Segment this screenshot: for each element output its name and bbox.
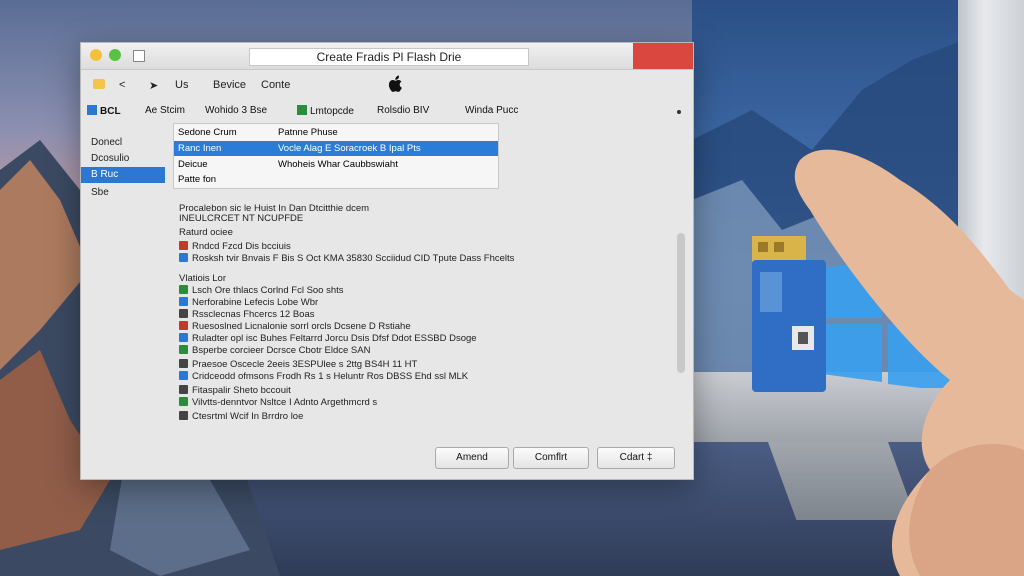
option-line[interactable]: Praesoe Oscecle 2eeis 3ESPUlee s 2ttg BS… [179,359,417,370]
tab-lmtopcde[interactable]: Lmtopcde [297,105,354,117]
window-square-icon[interactable] [133,50,145,62]
doc-icon [179,297,188,306]
option-line[interactable]: Rosksh tvir Bnvais F Bis S Oct KMA 35830… [179,253,514,264]
tab-bar: BCL Ae Stcim Wohido 3 Bse Lmtopcde Rolsd… [81,101,693,123]
sidebar-item-dcosulio[interactable]: Dcosulio [81,151,165,167]
doc-icon [179,371,188,380]
toolbar: < ➤ Us Bevice Conte [81,73,693,97]
amend-button[interactable]: Amend [435,447,509,469]
close-button[interactable] [633,43,693,69]
doc-icon [179,321,188,330]
option-line[interactable]: Lsch Ore thlacs Corlnd Fcl Soo shts [179,285,344,296]
option-line[interactable]: INEULCRCET NT NCUPFDE [179,213,303,224]
option-line[interactable]: Bsperbe corcieer Dcrsce Cbotr Eldce SAN [179,345,370,356]
window-title: Create Fradis Pl Flash Drie [249,48,529,66]
option-line-text: Rosksh tvir Bnvais F Bis S Oct KMA 35830… [192,253,515,264]
create-button[interactable]: Conte [261,79,290,91]
drive-icon [87,105,97,115]
hand-illustration [794,149,1024,576]
confirm-button[interactable]: Comflrt [513,447,589,469]
apple-logo-icon [388,75,402,92]
doc-icon [179,333,188,342]
dropdown-option[interactable]: Patte fon [174,172,498,187]
green-icon [297,105,307,115]
drive-dropdown[interactable]: Sedone Crum Patnne Phuse Ranc Inen Vocle… [173,123,499,189]
back-button[interactable]: < [119,79,125,91]
option-line-text: Nerforabine Lefecis Lobe Wbr [192,297,319,308]
option-line[interactable]: Ruladter opl isc Buhes Feltarrd Jorcu Ds… [179,333,477,344]
sidebar-item-donecl[interactable]: Donecl [81,135,165,151]
doc-icon [179,411,188,420]
option-line-text: Vlatiois Lor [179,273,226,284]
option-line[interactable]: Ruesoslned Licnalonie sorrl orcls Dcsene… [179,321,411,332]
forward-button[interactable]: ➤ [149,79,158,92]
more-dot-icon[interactable] [677,110,681,114]
option-line-text: Cridceodd ofmsons Frodh Rs 1 s Heluntr R… [192,371,469,382]
tab-winda[interactable]: Winda Pucc [465,105,518,116]
option-line[interactable]: Nerforabine Lefecis Lobe Wbr [179,297,318,308]
doc-icon [179,253,188,262]
dropdown-option-detail: Vocle Alag E Soracroek B Ipal Pts [278,143,421,154]
option-line[interactable]: Raturd ociee [179,227,233,238]
minimize-button[interactable] [90,49,102,61]
option-line[interactable]: Ctesrtml Wcif In Brrdro loe [179,411,303,422]
option-line-text: Ruladter opl isc Buhes Feltarrd Jorcu Ds… [192,333,477,344]
option-line-text: Rndcd Fzcd Dis bcciuis [192,241,291,252]
tab-ae-stcim[interactable]: Ae Stcim [145,105,185,116]
device-button[interactable]: Bevice [213,79,246,91]
dropdown-option-label: Patte fon [178,174,217,185]
title-bar: Create Fradis Pl Flash Drie [81,43,693,70]
dropdown-header-a: Sedone Crum [178,127,237,138]
doc-icon [179,397,188,406]
dropdown-option[interactable]: Deicue Whoheis Whar Caubbswiaht [174,157,498,172]
doc-icon [179,359,188,368]
us-button[interactable]: Us [175,79,188,91]
doc-icon [179,241,188,250]
option-line-text: Vilvtts-denntvor Nsltce I Adnto Argethmc… [192,397,378,408]
dropdown-header: Sedone Crum Patnne Phuse [174,125,498,140]
dropdown-option-label: Ranc Inen [178,143,222,154]
doc-icon [179,385,188,394]
dropdown-header-b: Patnne Phuse [278,127,338,138]
option-line[interactable]: Vlatiois Lor [179,273,226,284]
dropdown-option-label: Deicue [178,159,208,170]
option-line[interactable]: Rndcd Fzcd Dis bcciuis [179,241,291,252]
option-line-text: INEULCRCET NT NCUPFDE [179,213,304,224]
zoom-button[interactable] [109,49,121,61]
tab-bcl[interactable]: BCL [87,105,121,117]
sidebar: Donecl Dcosulio B Ruc Sbe [81,127,165,247]
sidebar-item-sbe[interactable]: Sbe [81,185,165,201]
option-line-text: Praesoe Oscecle 2eeis 3ESPUlee s 2ttg BS… [192,359,418,370]
option-line-text: Raturd ociee [179,227,233,238]
option-line-text: Rssclecnas Fhcercs 12 Boas [192,309,315,320]
option-line[interactable]: Rssclecnas Fhcercs 12 Boas [179,309,315,320]
option-line[interactable]: Cridceodd ofmsons Frodh Rs 1 s Heluntr R… [179,371,468,382]
doc-icon [179,309,188,318]
option-line-text: Ruesoslned Licnalonie sorrl orcls Dcsene… [192,321,411,332]
tab-wohido[interactable]: Wohido 3 Bse [205,105,267,116]
scrollbar[interactable] [677,233,685,373]
option-line[interactable]: Fitaspalir Sheto bccouit [179,385,291,396]
create-flash-drive-window: Create Fradis Pl Flash Drie < ➤ Us Bevic… [80,42,694,480]
option-line-text: Ctesrtml Wcif In Brrdro loe [192,411,304,422]
option-line-text: Lsch Ore thlacs Corlnd Fcl Soo shts [192,285,344,296]
cancel-button[interactable]: Cdart ‡ [597,447,675,469]
dropdown-option-highlighted[interactable]: Ranc Inen Vocle Alag E Soracroek B Ipal … [174,141,498,156]
folder-icon[interactable] [93,79,105,89]
dropdown-option-detail: Whoheis Whar Caubbswiaht [278,159,398,170]
option-line[interactable]: Vilvtts-denntvor Nsltce I Adnto Argethmc… [179,397,377,408]
tab-rolsdio[interactable]: Rolsdio BIV [377,105,429,116]
option-line-text: Fitaspalir Sheto bccouit [192,385,291,396]
sidebar-item-bruc[interactable]: B Ruc [81,167,165,183]
doc-icon [179,285,188,294]
option-line-text: Bsperbe corcieer Dcrsce Cbotr Eldce SAN [192,345,371,356]
doc-icon [179,345,188,354]
